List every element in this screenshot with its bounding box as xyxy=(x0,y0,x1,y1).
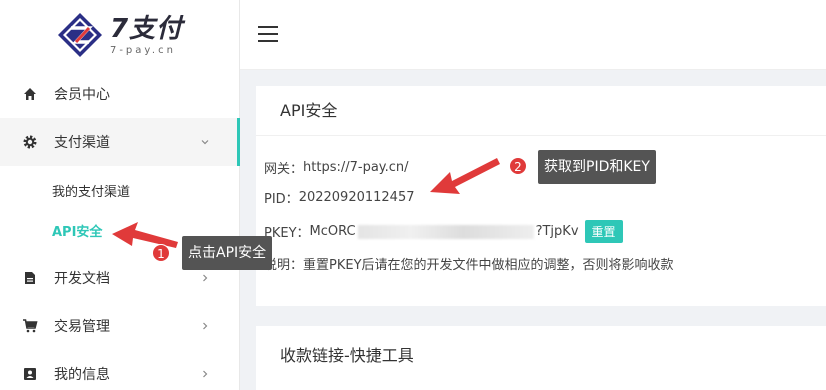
sidebar-item-label: 交易管理 xyxy=(54,319,110,335)
chevron-right-icon xyxy=(199,320,211,332)
sidebar-item-label: 会员中心 xyxy=(54,87,110,103)
document-icon xyxy=(22,270,38,286)
gateway-value: https://7-pay.cn/ xyxy=(303,160,409,175)
pid-label: PID： xyxy=(264,192,299,207)
annotation-callout-1: 点击API安全 xyxy=(182,236,273,270)
pkey-row: PKEY： McORC ?TjpKv 重置 xyxy=(264,220,623,243)
annotation-callout-2: 获取到PID和KEY xyxy=(538,150,656,184)
card-title: API安全 xyxy=(256,86,826,136)
sidebar-subitem-my-channels[interactable]: 我的支付渠道 xyxy=(0,170,239,210)
chevron-right-icon xyxy=(199,368,211,380)
menu-toggle-icon[interactable] xyxy=(258,26,278,42)
note-row: 说明： 重置PKEY后请在您的开发文件中做相应的调整，否则将影响收款 xyxy=(264,254,674,273)
sidebar-item-my-info[interactable]: 我的信息 xyxy=(0,350,239,390)
top-bar xyxy=(240,0,826,70)
cart-icon xyxy=(22,318,38,334)
sidebar-item-label: 我的信息 xyxy=(54,367,110,383)
sidebar-item-payment-channels[interactable]: 支付渠道 xyxy=(0,118,240,166)
reset-pkey-button[interactable]: 重置 xyxy=(584,220,623,243)
gear-icon xyxy=(22,134,38,150)
logo-icon xyxy=(56,11,104,59)
sidebar-item-label: 开发文档 xyxy=(54,271,110,287)
brand-title: 7支付 xyxy=(109,13,184,44)
home-icon xyxy=(22,86,38,102)
pkey-prefix: McORC xyxy=(309,224,356,239)
sidebar-item-label: 支付渠道 xyxy=(54,135,110,151)
sidebar-menu: 会员中心 支付渠道 我的支付渠道 API安全 开发文档 交易管理 我的信息 xyxy=(0,70,240,390)
id-card-icon xyxy=(22,366,38,382)
gateway-label: 网关： xyxy=(264,162,304,177)
active-indicator xyxy=(237,118,240,166)
pkey-redacted xyxy=(357,224,534,239)
chevron-down-icon xyxy=(199,136,211,148)
pkey-suffix: ?TjpKv xyxy=(535,224,579,239)
annotation-badge-1: 1 xyxy=(152,244,170,262)
payment-links-card: 收款链接-快捷工具 xyxy=(256,326,826,390)
chevron-right-icon xyxy=(199,272,211,284)
sidebar-item-transactions[interactable]: 交易管理 xyxy=(0,302,239,350)
pid-value: 20220920112457 xyxy=(298,190,415,205)
note-text: 重置PKEY后请在您的开发文件中做相应的调整，否则将影响收款 xyxy=(303,258,674,273)
sidebar: 7支付 7-pay.cn 会员中心 支付渠道 我的支付渠道 API安全 开发文档… xyxy=(0,0,240,390)
annotation-badge-2: 2 xyxy=(509,157,527,175)
card-title: 收款链接-快捷工具 xyxy=(280,346,414,365)
logo[interactable]: 7支付 7-pay.cn xyxy=(0,0,239,70)
pid-row: PID： 20220920112457 xyxy=(264,188,414,207)
gateway-row: 网关： https://7-pay.cn/ xyxy=(264,158,409,177)
api-security-card: API安全 网关： https://7-pay.cn/ PID： 2022092… xyxy=(256,86,826,306)
brand-subtitle: 7-pay.cn xyxy=(109,44,176,56)
sidebar-item-member-center[interactable]: 会员中心 xyxy=(0,70,239,118)
